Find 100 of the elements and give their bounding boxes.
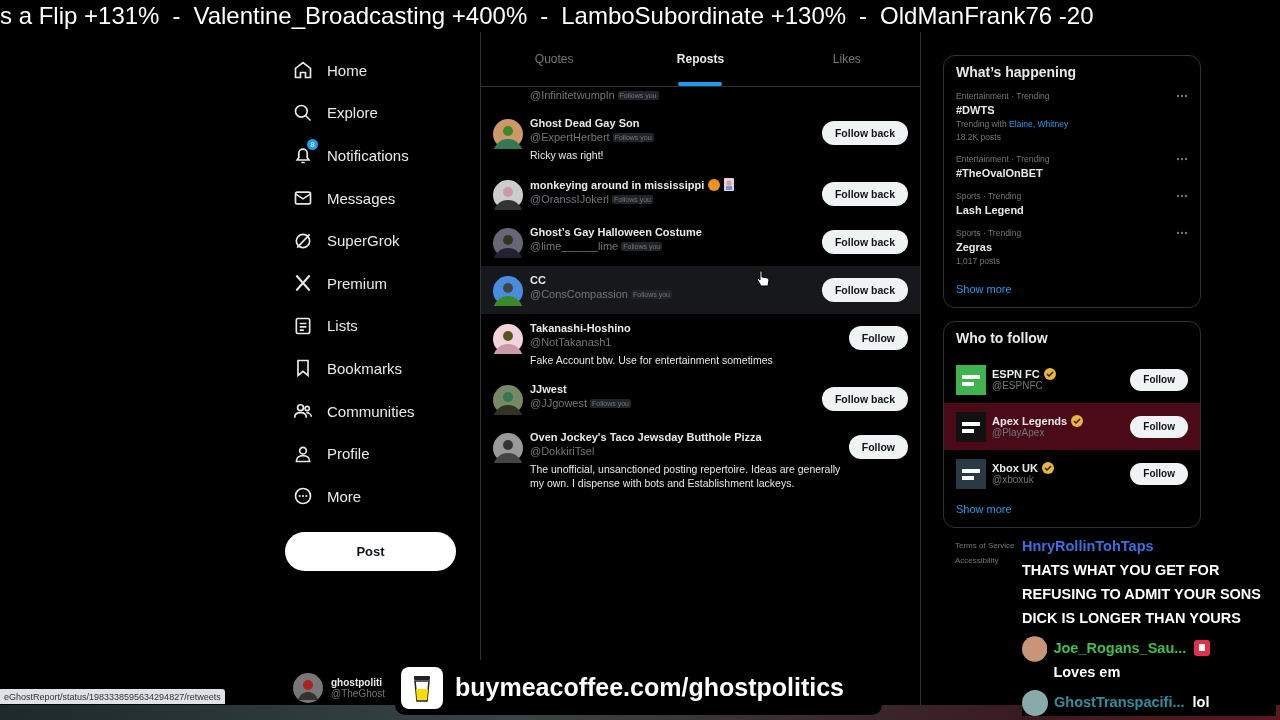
nav-item[interactable]: Explore (285, 91, 378, 135)
user-bio: The unofficial, unsanctioned posting repertoire. Ideas are generally my own. I dispense with bots and Establishment lackeys. (530, 462, 842, 490)
follow-button[interactable]: Follow (848, 326, 908, 350)
ticker-item: LamboSubordinate +130% (561, 2, 847, 30)
tab[interactable]: Reposts (627, 32, 774, 86)
trend-category: Sports · Trending (956, 227, 1022, 240)
chat-username: GhostTranspacifi... (1054, 693, 1185, 712)
hand-cursor-icon (756, 270, 770, 288)
ticker-separator: - (172, 2, 181, 30)
user-handle: @JJgowest (530, 397, 588, 409)
more-icon[interactable] (1176, 231, 1188, 235)
post-count: 1,017 posts (956, 255, 1001, 268)
avatar (493, 324, 523, 354)
post-button[interactable]: Post (285, 531, 456, 571)
nav-item[interactable]: 8 Notifications (285, 134, 409, 177)
logo-icon (956, 411, 986, 442)
more-icon[interactable] (1176, 94, 1188, 98)
user-name: JJwest (530, 383, 567, 395)
more-icon[interactable] (1176, 157, 1188, 161)
user-handle: @ExpertHerbert (530, 131, 610, 143)
trend-title[interactable]: #DWTS (956, 103, 1069, 118)
user-name: Ghost Dead Gay Son (530, 117, 640, 129)
tab[interactable]: Likes (773, 32, 920, 86)
nav-item[interactable]: Communities (285, 389, 415, 433)
chat-username: Joe_Rogans_Sau... (1053, 639, 1187, 658)
nav-item[interactable]: Bookmarks (285, 347, 403, 390)
follow-button[interactable]: Follow (1130, 415, 1188, 438)
home-icon (293, 60, 313, 81)
more-icon (293, 486, 313, 507)
chat-message: THATS WHAT YOU GET FOR REFUSING TO ADMIT YOUR SONS DICK IS LONGER THAN YOURS (1022, 561, 1262, 628)
user-name: monkeying around in mississippi (530, 178, 705, 191)
avatar (493, 433, 523, 463)
follow-button[interactable]: Follow back (821, 278, 908, 302)
follow-button[interactable]: Follow (848, 435, 908, 459)
card-title: What’s happening (956, 64, 1078, 80)
ticker-item: s a Flip +131% (0, 2, 160, 30)
trend-title[interactable]: Lash Legend (956, 203, 1024, 218)
post-count: 18.2K posts (956, 131, 1002, 144)
card-title: Who to follow (956, 330, 1049, 346)
status-url: eGhostReport/status/1983338595634294827/retweets (0, 689, 225, 704)
chat-message: Loves em (1053, 663, 1121, 682)
ticker-item: Valentine_Broadcasting +400% (193, 2, 528, 30)
bell-icon (293, 145, 313, 166)
verified-icon (1071, 415, 1084, 427)
user-name: Takanashi-Hoshino (530, 322, 631, 334)
user-row[interactable]: Oven Jockey's Taco Jewsday Butthole Pizza @DokkiriTsel The unofficial, unsanctioned posting repertoire. Ideas are generally my own. I dispense with bots and Establishment lackeys. Follow (481, 423, 920, 498)
follow-button[interactable]: Follow back (821, 182, 908, 206)
nav-item[interactable]: More (285, 474, 362, 518)
account-handle: @PlayApex (992, 427, 1045, 438)
avatar (493, 385, 523, 415)
show-more-link[interactable]: Show more (956, 497, 1188, 519)
chat-username: HnryRollinTohTaps (1022, 537, 1154, 556)
user-handle: @lime______lime (530, 240, 619, 252)
nav-item[interactable]: Premium (285, 261, 387, 305)
logo-icon (956, 364, 986, 395)
show-more-link[interactable]: Show more (956, 277, 1188, 299)
account-name: Xbox UK (992, 462, 1038, 474)
notification-badge: 8 (307, 139, 318, 151)
trend-category: Entertainment · Trending (956, 90, 1051, 103)
user-handle: @ConsCompassion (530, 288, 628, 300)
avatar (1022, 636, 1048, 662)
user-handle: @DokkiriTsel (530, 445, 595, 457)
avatar (493, 276, 523, 306)
search-icon (293, 102, 313, 123)
verified-icon (1041, 462, 1054, 474)
user-row[interactable]: Takanashi-Hoshino @NotTakanash1 Fake Account btw. Use for entertainment sometimes Follow (481, 314, 920, 375)
user-name: CC (530, 274, 546, 286)
follow-button[interactable]: Follow (1130, 462, 1188, 485)
avatar (293, 673, 323, 703)
account-handle: @ESPNFC (992, 380, 1044, 391)
ticker-separator: - (859, 2, 868, 30)
x-icon (293, 273, 313, 294)
trend-title[interactable]: #TheOvalOnBET (956, 166, 1050, 181)
tab[interactable]: Quotes (481, 32, 628, 86)
account-name: Apex Legends (992, 415, 1068, 427)
avatar (493, 228, 523, 258)
banner-text: buymeacoffee.com/ghostpolitics (455, 673, 844, 702)
trend-link[interactable]: Elaine, Whitney (1009, 119, 1069, 129)
nav-item[interactable]: Home (285, 49, 367, 92)
user-handle: @Infinitetwumpln (530, 89, 615, 101)
chat-message: lol (1192, 693, 1210, 712)
follow-button[interactable]: Follow back (821, 230, 908, 254)
more-icon[interactable] (1176, 194, 1188, 198)
nav-item[interactable]: Profile (285, 432, 370, 475)
user-handle: @NotTakanash1 (530, 336, 612, 348)
nav-item[interactable]: SuperGrok (285, 219, 400, 262)
nav-item[interactable]: Lists (285, 304, 358, 348)
follow-button[interactable]: Follow (1130, 368, 1188, 391)
ticker-separator: - (540, 2, 549, 30)
coffee-cup-icon (413, 673, 431, 702)
account-name: ghostpoliti (331, 677, 383, 688)
figure-icon (724, 178, 735, 191)
trend-category: Sports · Trending (956, 190, 1023, 203)
trend-category: Entertainment · Trending (956, 153, 1050, 166)
trend-title[interactable]: Zegras (956, 240, 1022, 255)
follow-button[interactable]: Follow back (821, 387, 908, 411)
follow-button[interactable]: Follow back (821, 121, 908, 145)
verified-icon (1043, 368, 1056, 380)
user-bio: Ricky was right! (530, 148, 605, 162)
nav-item[interactable]: Messages (285, 176, 396, 220)
